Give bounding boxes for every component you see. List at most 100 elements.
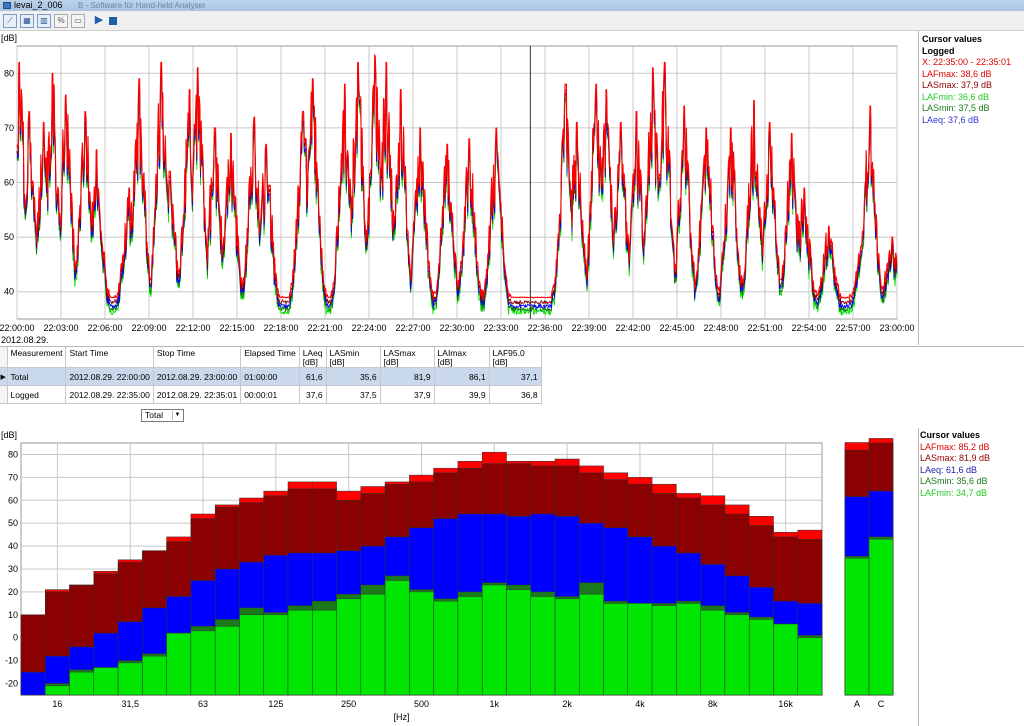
bar-lafmin	[239, 614, 265, 696]
grid-icon: ▦	[23, 16, 31, 25]
x-tick-label: 22:54:00	[791, 323, 826, 333]
x-tick-label: 22:27:00	[395, 323, 430, 333]
col-header-stop-time[interactable]: Stop Time	[153, 347, 242, 368]
cell-laf95: 36,8	[489, 385, 542, 404]
x-tick-label: 22:36:00	[527, 323, 562, 333]
bar-lafmin	[506, 589, 532, 696]
title-bar: levai_2_006 B - Software für Hand-held A…	[0, 0, 1024, 11]
y-tick-label: 0	[13, 633, 18, 643]
time-history-chart[interactable]: 22:00:00 22:03:00 22:06:00 22:09:00 22:12:00…	[0, 31, 918, 346]
x-tick-label: 22:06:00	[87, 323, 122, 333]
cell-start-time: 2012.08.29. 22:00:00	[65, 367, 154, 386]
chart-divider	[918, 428, 919, 726]
x-tick-label: 22:30:00	[439, 323, 474, 333]
cell-start-time: 2012.08.29. 22:35:00	[65, 385, 154, 404]
cursor-value-line: LAFmax: 85,2 dB	[920, 441, 990, 452]
bar-lafmin	[263, 614, 289, 696]
col-header-laf95[interactable]: LAF95.0 [dB]	[489, 347, 542, 368]
bar-lafmin	[676, 603, 701, 696]
x-tick-label: 250	[341, 699, 356, 709]
x-tick-label: 22:45:00	[659, 323, 694, 333]
bar-lafmin	[69, 671, 95, 696]
col-header-elapsed-time[interactable]: Elapsed Time	[240, 347, 300, 368]
cursor-value-line: LASmin: 35,6 dB	[920, 476, 988, 486]
play-button[interactable]: ▶	[92, 14, 106, 28]
measurement-table: Measurement Start Time Stop Time Elapsed…	[0, 347, 542, 404]
bar-lafmin	[45, 685, 70, 696]
statistics-button[interactable]: %	[54, 14, 68, 28]
x-tick-label: 4k	[635, 699, 645, 709]
play-icon: ▶	[94, 14, 104, 26]
col-header-laimax[interactable]: LAImax [dB]	[434, 347, 490, 368]
time-chart-button[interactable]: ⟋	[3, 14, 17, 28]
table-row[interactable]: Logged 2012.08.29. 22:35:00 2012.08.29. …	[0, 385, 542, 404]
cell-measurement: Logged	[7, 385, 67, 404]
bar-laeq	[20, 671, 46, 696]
bar-lafmin	[530, 596, 556, 696]
stop-button[interactable]	[106, 14, 120, 28]
x-tick-label: 22:39:00	[571, 323, 606, 333]
x-tick-label: 22:18:00	[263, 323, 298, 333]
bar-lafmin	[700, 609, 726, 696]
table-row[interactable]: ▶ Total 2012.08.29. 22:00:00 2012.08.29.…	[0, 367, 542, 386]
x-tick-label: 22:33:00	[483, 323, 518, 333]
x-tick-label: 22:15:00	[219, 323, 254, 333]
window-title-ghost: B - Software für Hand-held Analyser	[78, 1, 206, 10]
report-button[interactable]: ▭	[71, 14, 85, 28]
bar-lafmin	[360, 593, 386, 696]
x-tick-label: 16	[52, 699, 62, 709]
bar-lafmin	[457, 596, 483, 696]
y-tick-label: 70	[8, 472, 18, 482]
bar-lafmin	[166, 632, 192, 696]
overview-button[interactable]: ▦	[20, 14, 34, 28]
y-tick-label: 10	[8, 610, 18, 620]
bar-lafmin	[797, 637, 823, 696]
cursor-value-line: LAFmin: 36,6 dB	[922, 91, 990, 102]
cell-laeq: 37,6	[299, 385, 327, 404]
cell-lasmin: 37,5	[326, 385, 381, 404]
bar-lafmin	[554, 598, 580, 696]
cursor-values-panel: Cursor values Logged X: 22:35:00 - 22:35…	[922, 34, 1011, 126]
bar-chart-icon: ▥	[40, 16, 48, 25]
spectrum-chart[interactable]: -20 -10 0 10 20 30 40 50 60 70 80 16 31,5 63 125 250 500…	[0, 428, 918, 726]
bar-lafmin	[384, 580, 410, 696]
chevron-down-icon[interactable]: ▼	[172, 411, 182, 420]
date-label: 2012.08.29.	[1, 335, 49, 345]
cell-lasmax: 37,9	[380, 385, 435, 404]
bar-lafmin	[93, 667, 119, 696]
cursor-value-line: LAeq: 37,6 dB	[922, 114, 980, 125]
x-tick-label: 125	[268, 699, 283, 709]
x-tick-label: 22:57:00	[835, 323, 870, 333]
cursor-value-line: LASmax: 37,9 dB	[922, 80, 993, 90]
line-chart-icon: ⟋	[7, 16, 13, 25]
x-tick-label: 1k	[490, 699, 500, 709]
row-header-cell	[0, 347, 8, 368]
col-header-lasmax[interactable]: LASmax [dB]	[380, 347, 435, 368]
spectrum-button[interactable]: ▥	[37, 14, 51, 28]
x-tick-label: 22:51:00	[747, 323, 782, 333]
col-header-start-time[interactable]: Start Time	[65, 347, 154, 368]
x-tick-label: 2k	[562, 699, 572, 709]
measurement-select[interactable]: Total ▼	[141, 409, 184, 422]
y-tick-label: 70	[4, 123, 14, 133]
y-tick-label: 80	[8, 449, 18, 459]
cursor-value-line: LAFmax: 38,6 dB	[922, 68, 992, 79]
col-header-laeq[interactable]: LAeq [dB]	[299, 347, 327, 368]
cursor-values-subtitle: Logged	[922, 45, 955, 56]
cursor-value-line: LASmax: 81,9 dB	[920, 453, 991, 463]
bar-lafmin	[409, 591, 434, 696]
col-header-measurement[interactable]: Measurement	[7, 347, 67, 368]
bar-lafmin	[214, 626, 240, 696]
col-header-lasmin[interactable]: LASmin [dB]	[326, 347, 381, 368]
bar-lafmin	[773, 623, 799, 696]
bar-lafmin	[312, 609, 337, 696]
bar-lafmin	[433, 600, 459, 696]
bar-lafmin	[287, 609, 313, 696]
y-tick-label: 30	[8, 564, 18, 574]
x-tick-label: 22:03:00	[43, 323, 78, 333]
cell-laimax: 39,9	[434, 385, 490, 404]
x-tick-label: 22:00:00	[0, 323, 35, 333]
y-tick-label: 60	[4, 178, 14, 188]
cell-measurement: Total	[7, 367, 67, 386]
bar-lafmin	[142, 655, 167, 696]
